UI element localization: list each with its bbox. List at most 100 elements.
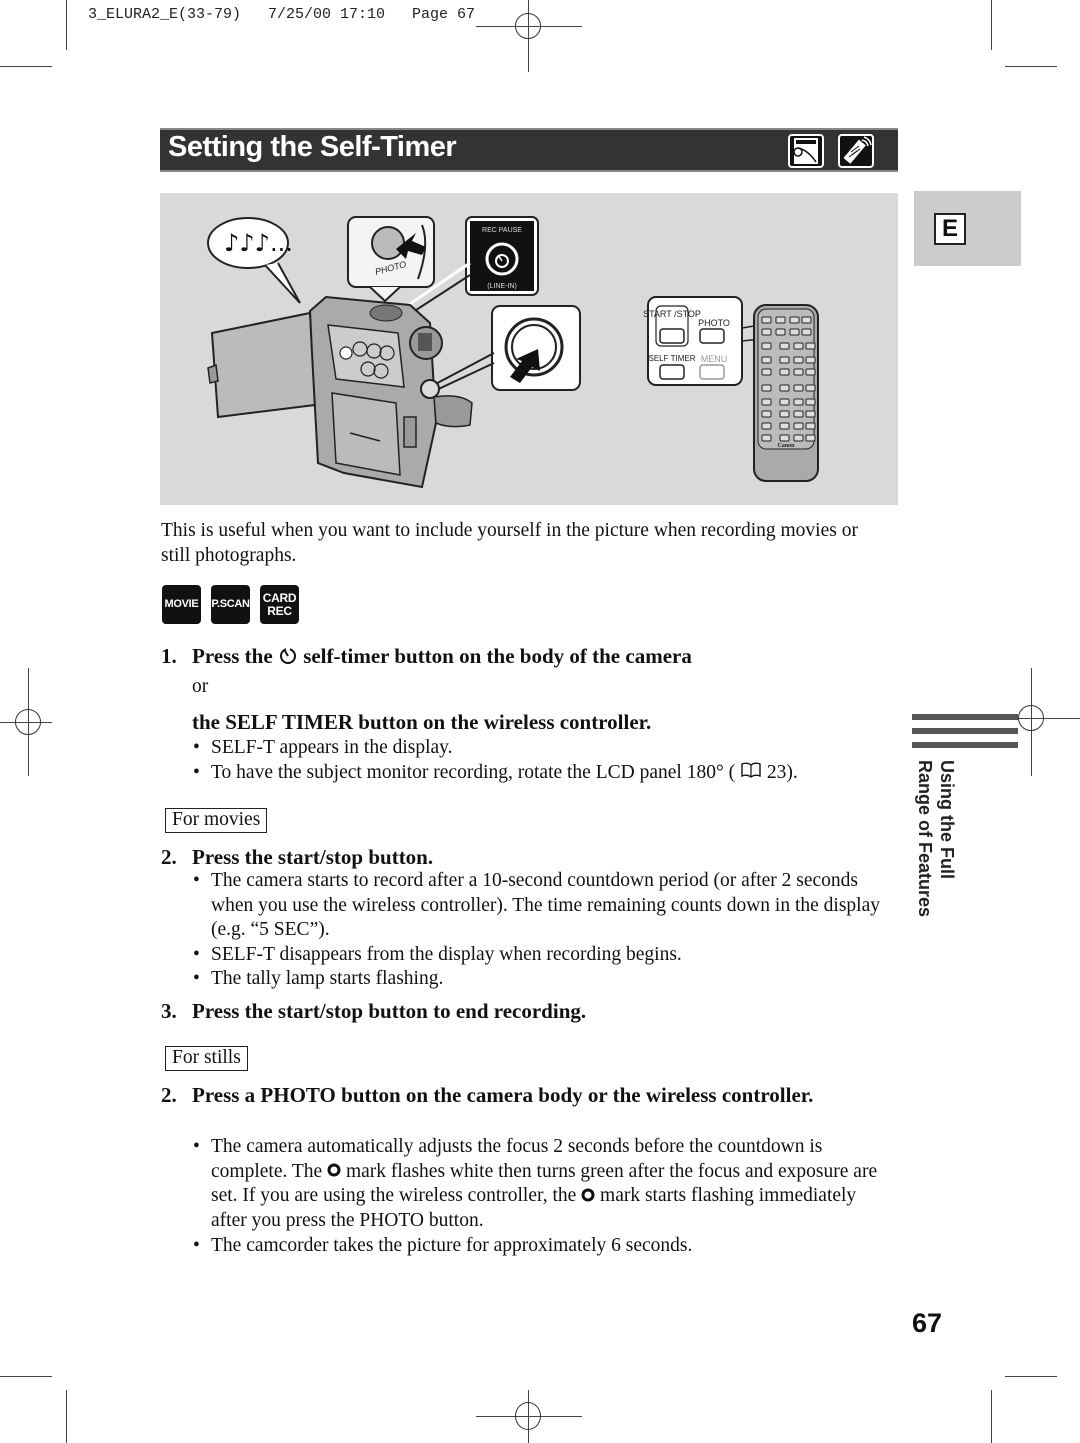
remote-key: [805, 356, 816, 364]
remote-key: [761, 422, 772, 430]
step-text: Press the: [192, 644, 273, 668]
bullet: To have the subject monitor recording, r…: [161, 761, 901, 787]
step-1-alt-heading: the SELF TIMER button on the wireless co…: [192, 710, 652, 734]
printer-slug: 3_ELURA2_E(33-79) 7/25/00 17:10 Page 67: [88, 6, 476, 23]
remote-self-timer-label: SELF TIMER: [649, 354, 696, 363]
book-reference-icon: [740, 761, 762, 787]
for-movies-label: For movies: [165, 808, 268, 833]
remote-key: [801, 328, 812, 336]
remote-key: [779, 342, 790, 350]
remote-key: [779, 398, 790, 406]
intro-text: This is useful when you want to include …: [161, 520, 858, 566]
bullet-text: To have the subject monitor recording, r…: [211, 761, 736, 783]
movies-step-3-heading: 3. Press the start/stop button to end rec…: [161, 998, 586, 1024]
remote-key: [775, 316, 786, 324]
camcorder-body: [207, 295, 473, 489]
step-text: Press the start/stop button.: [192, 845, 434, 869]
section-title-bar: Setting the Self-Timer: [160, 128, 898, 172]
step-number: 1.: [161, 644, 177, 668]
focus-mark-icon: [581, 1185, 595, 1210]
remote-key: [805, 384, 816, 392]
remote-key: [761, 410, 772, 418]
bullet: The camcorder takes the picture for appr…: [161, 1234, 889, 1259]
remote-key: [801, 316, 812, 324]
remote-brand: Canon: [777, 443, 795, 449]
step-text: self-timer button on the body of the cam…: [303, 644, 692, 668]
remote-key: [761, 368, 772, 376]
remote-key: [793, 410, 804, 418]
bullet: The camera automatically adjusts the foc…: [161, 1135, 889, 1234]
bullet: SELF-T appears in the display.: [161, 736, 901, 761]
camcorder-illustration: ♪♪♪... PHOTO REC PAUSE (LINE-IN) START /…: [160, 193, 898, 505]
remote-key: [761, 384, 772, 392]
page-number: 67: [912, 1308, 943, 1338]
remote-key: [805, 422, 816, 430]
stills-step-2-bullets: The camera automatically adjusts the foc…: [161, 1135, 901, 1258]
remote-menu-label: MENU: [701, 354, 728, 364]
step-1-bullets: SELF-T appears in the display. To have t…: [161, 736, 901, 786]
bullet: The tally lamp starts flashing.: [161, 967, 881, 992]
remote-key: [805, 434, 816, 442]
badge-card-rec: CARD REC: [260, 585, 299, 624]
remote-key: [779, 422, 790, 430]
movies-step-2-heading: 2. Press the start/stop button.: [161, 844, 433, 870]
step-text: Press the start/stop button to end recor…: [192, 999, 587, 1023]
remote-key: [761, 328, 772, 336]
remote-key: [793, 356, 804, 364]
remote-key: [793, 422, 804, 430]
wireless-controller-icon: [838, 134, 874, 168]
remote-key: [789, 316, 800, 324]
wireless-controller: [753, 304, 819, 482]
remote-key: [779, 384, 790, 392]
badge-pscan: P.SCAN: [211, 585, 250, 624]
remote-key: [761, 316, 772, 324]
movies-step-2-bullets: The camera starts to record after a 10-s…: [161, 869, 901, 992]
remote-key: [761, 356, 772, 364]
remote-key: [793, 434, 804, 442]
remote-key: [779, 410, 790, 418]
remote-start-stop-label: START /STOP: [643, 309, 701, 319]
self-timer-icon: [278, 645, 298, 671]
remote-key: [761, 342, 772, 350]
remote-key: [789, 328, 800, 336]
remote-key: [761, 434, 772, 442]
or-text: or: [192, 676, 209, 697]
line-in-label: (LINE-IN): [487, 283, 517, 290]
photo-button-callout: [347, 216, 435, 303]
remote-key: [793, 342, 804, 350]
remote-key: [779, 368, 790, 376]
remote-key: [793, 398, 804, 406]
remote-key: [775, 328, 786, 336]
language-label: E: [934, 213, 966, 245]
step-number: 2.: [161, 845, 177, 869]
remote-key: [805, 410, 816, 418]
remote-photo-label: PHOTO: [698, 318, 730, 328]
sound-bubble-text: ♪♪♪...: [224, 229, 293, 257]
bullet-text: 23).: [766, 761, 798, 783]
remote-key: [793, 384, 804, 392]
camera-body-icon: [788, 134, 824, 168]
badge-movie: MOVIE: [162, 585, 201, 624]
step-1-heading: 1. Press the self-timer button on the bod…: [161, 643, 901, 671]
language-tab: E: [914, 191, 1021, 266]
step-text: Press a PHOTO button on the camera body …: [192, 1083, 814, 1107]
remote-key: [805, 342, 816, 350]
bullet: SELF-T disappears from the display when …: [161, 943, 881, 968]
step-number: 3.: [161, 999, 177, 1023]
side-section-line-1: Using the Full: [937, 760, 957, 879]
step-number: 2.: [161, 1083, 177, 1107]
for-stills-label: For stills: [165, 1046, 248, 1071]
remote-key: [761, 398, 772, 406]
side-section-line-2: Range of Features: [915, 760, 935, 918]
mode-badges: MOVIE P.SCAN CARD REC: [162, 585, 299, 624]
remote-key: [793, 368, 804, 376]
page-title: Setting the Self-Timer: [168, 131, 457, 163]
remote-key: [779, 434, 790, 442]
remote-key: [805, 368, 816, 376]
remote-key: [779, 356, 790, 364]
start-stop-callout: [427, 305, 581, 394]
section-marker-bars: [912, 714, 1018, 756]
stills-step-2-heading: 2. Press a PHOTO button on the camera bod…: [161, 1082, 861, 1108]
focus-mark-icon: [327, 1160, 341, 1185]
rec-pause-label: REC PAUSE: [482, 227, 522, 234]
